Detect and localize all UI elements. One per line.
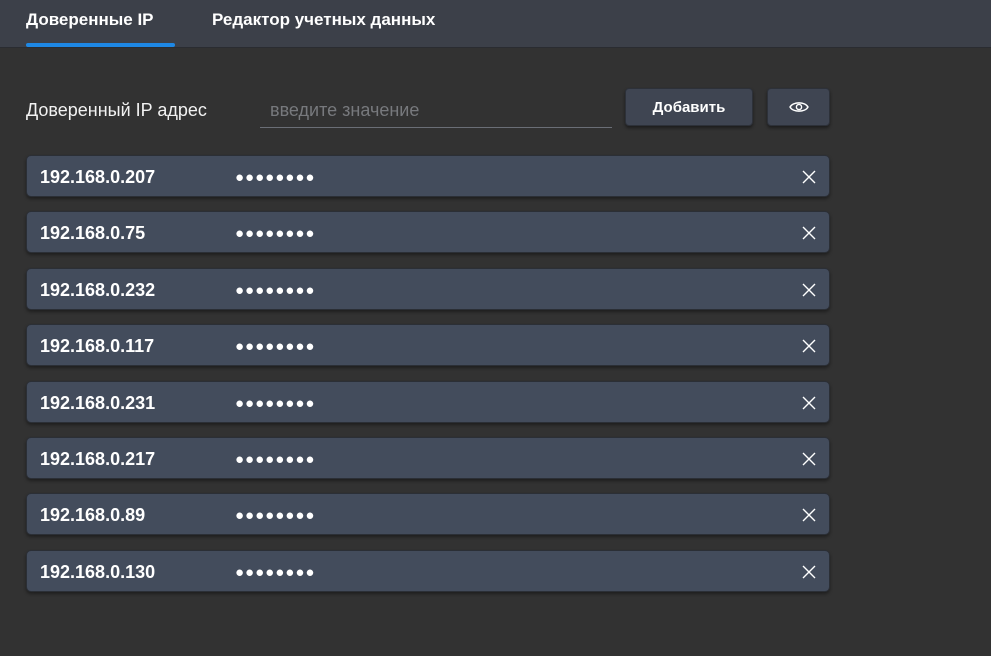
list-item-ip: 192.168.0.217 [40,448,156,469]
close-icon[interactable] [799,562,819,582]
list-item-ip: 192.168.0.117 [40,336,155,357]
list-item-password: ●●●●●●●● [235,450,316,468]
list-item-password: ●●●●●●●● [235,563,316,581]
list-item-password: ●●●●●●●● [235,507,316,525]
list-item: 192.168.0.75 ●●●●●●●● [26,211,830,254]
list-item-ip: 192.168.0.89 [40,505,146,526]
list-item-password: ●●●●●●●● [235,394,316,412]
list-item-password: ●●●●●●●● [235,225,316,243]
close-icon[interactable] [799,449,819,469]
trusted-ip-input[interactable] [260,94,612,128]
close-icon[interactable] [799,505,819,525]
list-item: 192.168.0.117 ●●●●●●●● [26,324,830,367]
list-item: 192.168.0.217 ●●●●●●●● [26,436,830,479]
close-icon[interactable] [799,223,819,243]
list-item-password: ●●●●●●●● [235,281,316,299]
close-icon[interactable] [799,393,819,413]
trusted-ip-label: Доверенный IP адрес [26,100,207,120]
close-icon[interactable] [799,167,819,187]
list-item: 192.168.0.232 ●●●●●●●● [26,267,830,310]
toggle-visibility-button[interactable] [767,88,830,126]
tab-trusted-ip[interactable]: Доверенные IP [26,0,176,48]
trusted-ip-list: 192.168.0.207 ●●●●●●●● 192.168.0.75 ●●●●… [26,155,830,606]
list-item-password: ●●●●●●●● [235,169,316,186]
close-icon[interactable] [799,336,819,356]
tab-bar: Доверенные IP Редактор учетных данных [0,0,991,48]
list-item: 192.168.0.89 ●●●●●●●● [26,493,830,536]
list-item: 192.168.0.130 ●●●●●●●● [26,549,830,592]
close-icon[interactable] [799,280,819,300]
active-tab-indicator [26,43,175,47]
list-item-ip: 192.168.0.232 [40,279,156,300]
add-button[interactable]: Добавить [625,88,753,126]
list-item-ip: 192.168.0.130 [40,561,156,582]
eye-icon [788,102,809,112]
list-item-ip: 192.168.0.75 [40,223,146,244]
tab-credentials-editor[interactable]: Редактор учетных данных [212,0,482,48]
list-item-ip: 192.168.0.207 [40,167,156,187]
list-item-ip: 192.168.0.231 [40,392,156,413]
list-item: 192.168.0.231 ●●●●●●●● [26,380,830,423]
list-item-password: ●●●●●●●● [235,338,316,356]
list-item: 192.168.0.207 ●●●●●●●● [26,155,830,197]
